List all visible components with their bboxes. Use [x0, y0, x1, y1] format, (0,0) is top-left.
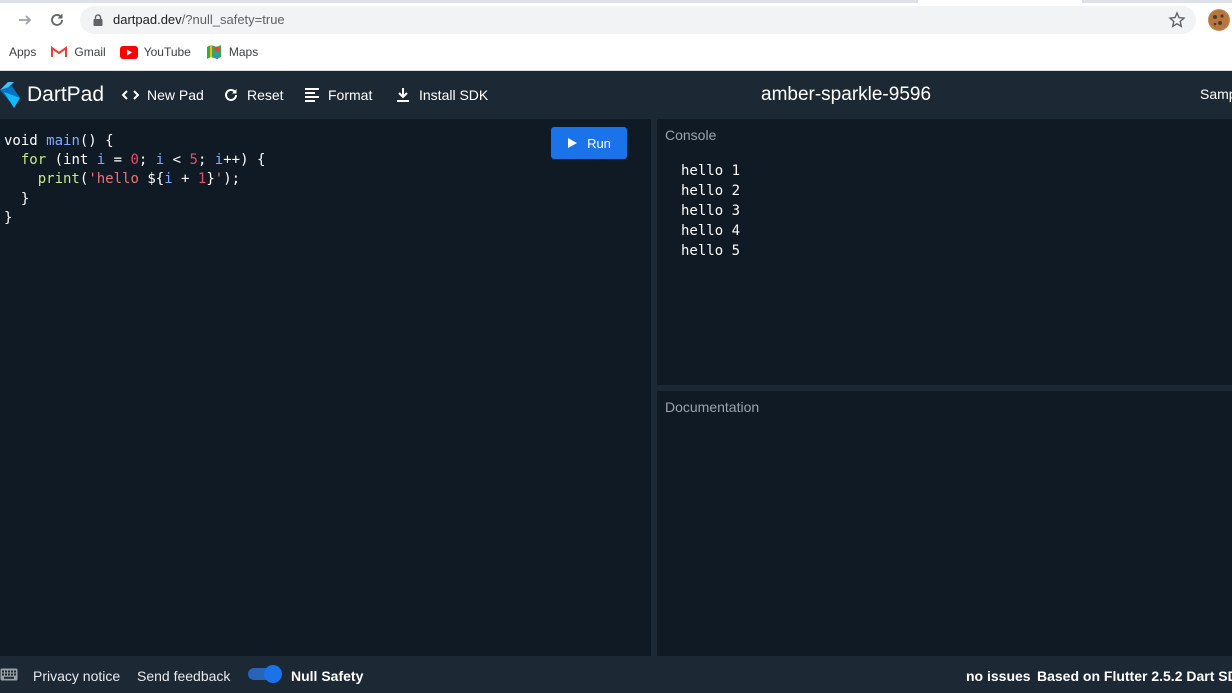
bookmarks-bar: Apps Gmail YouTube Maps	[0, 40, 1232, 64]
code-line: }	[4, 190, 30, 207]
gmail-icon	[50, 45, 68, 59]
code-line: void main() {	[4, 133, 114, 149]
code-line: }	[4, 209, 13, 226]
new-pad-button[interactable]: New Pad	[122, 84, 204, 106]
reload-icon[interactable]	[45, 8, 69, 32]
bookmark-label: Maps	[228, 45, 259, 59]
run-label: Run	[587, 135, 611, 151]
install-sdk-label: Install SDK	[419, 87, 489, 103]
pad-title[interactable]: amber-sparkle-9596	[761, 84, 931, 106]
issues-status[interactable]: no issues	[966, 668, 1031, 684]
console-line: hello 4	[681, 223, 741, 239]
reset-button[interactable]: Reset	[223, 84, 284, 106]
null-safety-label: Null Safety	[291, 668, 364, 684]
forward-icon[interactable]	[13, 8, 37, 32]
run-button[interactable]: Run	[551, 127, 627, 159]
code-line: print('hello ${i + 1}');	[37, 171, 241, 188]
active-tab-edge	[918, 0, 1082, 3]
lock-icon	[93, 14, 103, 26]
bookmark-label: YouTube	[143, 45, 191, 59]
sdk-version-info: Based on Flutter 2.5.2 Dart SDK	[1037, 668, 1232, 684]
profile-avatar-icon[interactable]	[1208, 9, 1230, 31]
console-line: hello 3	[681, 203, 741, 219]
brand-name: DartPad	[27, 83, 105, 106]
new-pad-label: New Pad	[147, 87, 204, 103]
reset-label: Reset	[247, 87, 284, 103]
browser-toolbar: dartpad.dev/?null_safety=true Apps Gmail…	[0, 0, 1232, 71]
dart-logo-icon	[0, 82, 20, 108]
bookmark-youtube[interactable]: YouTube	[119, 45, 191, 59]
bookmark-apps[interactable]: Apps	[9, 45, 36, 59]
code-line: for (int i = 0; i < 5; i++) {	[20, 152, 266, 169]
samples-menu[interactable]: Samples	[1200, 86, 1232, 102]
send-feedback-link[interactable]: Send feedback	[137, 668, 230, 684]
star-icon[interactable]	[1168, 11, 1186, 29]
documentation-label: Documentation	[665, 399, 760, 415]
address-bar[interactable]: dartpad.dev/?null_safety=true	[80, 6, 1196, 34]
tab-strip	[0, 0, 1232, 3]
format-button[interactable]: Format	[304, 84, 372, 106]
keyboard-icon[interactable]	[0, 668, 18, 681]
privacy-notice-link[interactable]: Privacy notice	[33, 668, 120, 684]
code-icon	[122, 90, 139, 100]
code-editor[interactable]: void main() { for (int i = 0; i < 5; i++…	[0, 119, 651, 656]
console-output: hello 1 hello 2 hello 3 hello 4 hello 5	[681, 161, 740, 261]
youtube-icon	[119, 45, 138, 59]
format-label: Format	[328, 87, 373, 103]
null-safety-toggle[interactable]	[248, 665, 282, 683]
url-text: dartpad.dev/?null_safety=true	[113, 12, 285, 27]
play-icon	[568, 138, 578, 148]
download-icon	[397, 88, 409, 102]
code-content[interactable]: void main() { for (int i = 0; i < 5; i++…	[4, 132, 265, 228]
status-bar: Privacy notice Send feedback Null Safety…	[0, 656, 1232, 693]
app-header: DartPad New Pad Reset Format Install SDK…	[0, 71, 1232, 119]
bookmark-label: Gmail	[74, 45, 106, 59]
toggle-knob	[264, 665, 282, 683]
console-line: hello 5	[681, 243, 741, 259]
console-panel: Console hello 1 hello 2 hello 3 hello 4 …	[657, 119, 1232, 385]
maps-icon	[205, 45, 223, 59]
console-line: hello 2	[681, 183, 741, 199]
install-sdk-button[interactable]: Install SDK	[395, 84, 488, 106]
dartpad-brand[interactable]: DartPad	[0, 82, 104, 108]
bookmark-maps[interactable]: Maps	[205, 45, 258, 59]
console-label: Console	[665, 127, 717, 143]
format-align-icon	[305, 88, 319, 102]
documentation-panel: Documentation	[657, 391, 1232, 656]
refresh-icon	[225, 88, 237, 101]
bookmark-label: Apps	[9, 45, 37, 59]
bookmark-gmail[interactable]: Gmail	[50, 45, 106, 59]
console-line: hello 1	[681, 163, 741, 179]
